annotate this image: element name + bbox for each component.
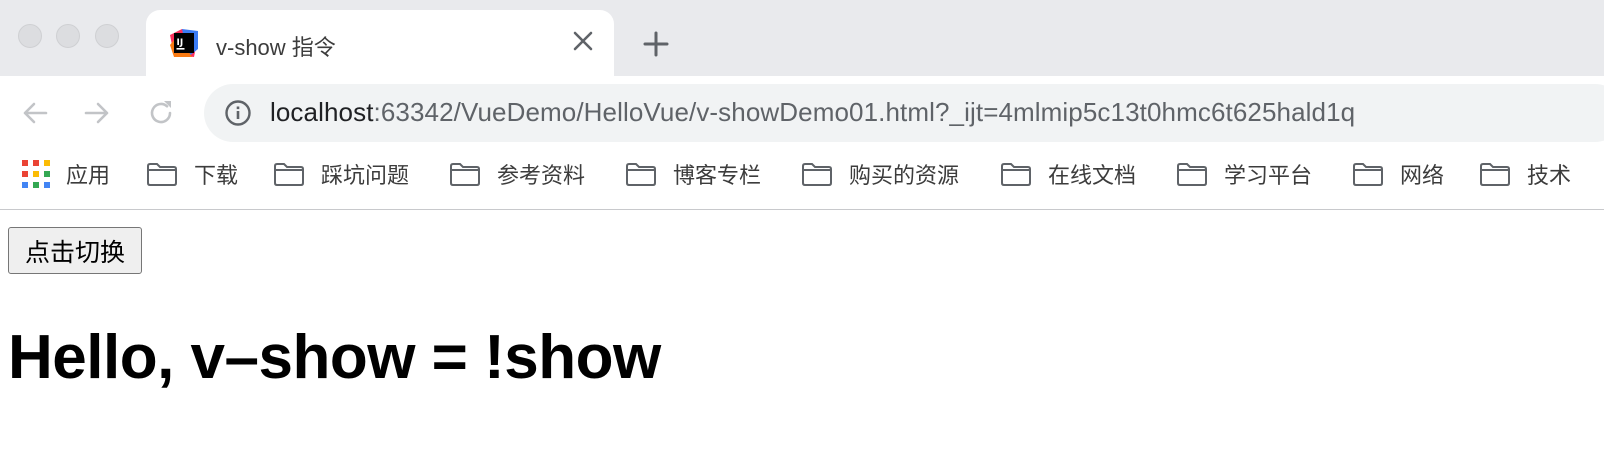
bookmark-label: 购买的资源	[849, 163, 960, 188]
folder-icon	[450, 163, 480, 186]
folder-icon	[1177, 163, 1207, 186]
page-heading: Hello, v–show = !show	[8, 323, 661, 392]
folder-icon	[274, 163, 304, 186]
tab-title: v-show 指令	[216, 35, 336, 60]
tab-strip: IJ v-show 指令	[0, 0, 1604, 76]
intellij-idea-icon: IJ	[170, 29, 198, 57]
bookmark-label: 下载	[194, 163, 239, 188]
folder-icon	[802, 163, 832, 186]
new-tab-icon[interactable]	[642, 30, 670, 58]
bookmark-folder-docs[interactable]: 在线文档	[1000, 156, 1136, 192]
bookmark-folder-tech[interactable]: 技术	[1479, 156, 1571, 192]
folder-icon	[626, 163, 656, 186]
folder-icon	[147, 163, 177, 186]
toolbar-divider	[0, 209, 1604, 210]
minimize-window-icon[interactable]	[56, 24, 80, 48]
bookmark-folder-blogs[interactable]: 博客专栏	[625, 156, 761, 192]
tab-active[interactable]: IJ v-show 指令	[146, 10, 614, 76]
bookmark-label: 网络	[1400, 163, 1445, 188]
folder-icon	[1001, 163, 1031, 186]
bookmarks-bar: 应用 下载 踩坑问题 参考资料 博客专栏 购买的资源 在线文档 学习平台 网络 …	[0, 76, 1604, 188]
bookmark-folder-references[interactable]: 参考资料	[449, 156, 585, 192]
bookmark-label: 学习平台	[1224, 163, 1313, 188]
close-window-icon[interactable]	[18, 24, 42, 48]
folder-icon	[1480, 163, 1510, 186]
bookmark-folder-downloads[interactable]: 下载	[146, 156, 238, 192]
bookmark-label: 技术	[1527, 163, 1572, 188]
toggle-button[interactable]: 点击切换	[8, 227, 142, 274]
bookmark-label: 应用	[66, 163, 111, 188]
bookmark-label: 博客专栏	[673, 163, 762, 188]
bookmark-apps[interactable]: 应用	[22, 156, 110, 192]
svg-text:IJ: IJ	[177, 38, 184, 48]
bookmark-label: 在线文档	[1048, 163, 1137, 188]
bookmark-folder-learning[interactable]: 学习平台	[1176, 156, 1312, 192]
folder-icon	[1353, 163, 1383, 186]
close-tab-icon[interactable]	[570, 28, 596, 54]
apps-grid-icon	[22, 160, 50, 188]
bookmark-folder-network[interactable]: 网络	[1352, 156, 1444, 192]
maximize-window-icon[interactable]	[95, 24, 119, 48]
bookmark-label: 参考资料	[497, 163, 586, 188]
bookmark-label: 踩坑问题	[321, 163, 410, 188]
bookmark-folder-issues[interactable]: 踩坑问题	[273, 156, 409, 192]
bookmark-folder-purchased[interactable]: 购买的资源	[801, 156, 959, 192]
